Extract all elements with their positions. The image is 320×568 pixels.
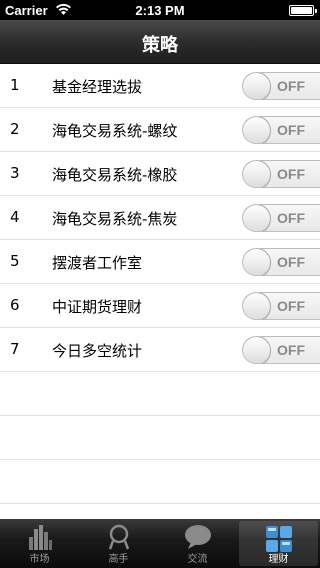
item-name: 海龟交易系统-焦炭 — [52, 210, 178, 228]
subscribe-toggle[interactable]: OFF — [242, 160, 320, 188]
item-name: 摆渡者工作室 — [52, 254, 143, 272]
tab-community[interactable]: 交流 — [158, 519, 237, 568]
tab-bar: 市场 高手 交流 理财 — [0, 519, 320, 568]
item-number: 1 — [10, 76, 20, 94]
item-name: 海龟交易系统-螺纹 — [52, 122, 178, 140]
empty-row — [0, 460, 320, 504]
tab-label: 交流 — [187, 554, 208, 565]
list-item[interactable]: 5 摆渡者工作室 OFF — [0, 240, 320, 284]
chat-bubble-icon — [184, 525, 211, 549]
list-item[interactable]: 2 海龟交易系统-螺纹 OFF — [0, 108, 320, 152]
subscribe-toggle[interactable]: OFF — [242, 72, 320, 100]
item-name: 中证期货理财 — [52, 298, 143, 316]
battery-icon — [289, 5, 317, 16]
item-number: 3 — [10, 164, 20, 182]
status-bar: Carrier 2:13 PM — [0, 0, 320, 20]
empty-row — [0, 416, 320, 460]
list-item[interactable]: 1 基金经理选拔 OFF — [0, 64, 320, 108]
tab-experts[interactable]: 高手 — [79, 519, 158, 568]
toggle-knob — [243, 293, 271, 319]
list-item[interactable]: 7 今日多空统计 OFF — [0, 328, 320, 372]
item-name: 海龟交易系统-橡胶 — [52, 166, 178, 184]
tab-market[interactable]: 市场 — [0, 519, 79, 568]
tab-label: 理财 — [268, 554, 289, 565]
subscribe-toggle[interactable]: OFF — [242, 204, 320, 232]
page-title: 策略 — [142, 35, 178, 56]
toggle-label: OFF — [277, 122, 305, 138]
item-number: 7 — [10, 340, 20, 358]
toggle-label: OFF — [277, 342, 305, 358]
subscribe-toggle[interactable]: OFF — [242, 336, 320, 364]
item-name: 今日多空统计 — [52, 342, 143, 360]
item-number: 5 — [10, 252, 20, 270]
strategy-list: 1 基金经理选拔 OFF 2 海龟交易系统-螺纹 OFF 3 海龟交易系统-橡胶… — [0, 64, 320, 504]
list-item[interactable]: 3 海龟交易系统-橡胶 OFF — [0, 152, 320, 196]
bar-chart-icon — [28, 525, 52, 550]
toggle-knob — [243, 161, 271, 187]
toggle-knob — [243, 117, 271, 143]
item-number: 4 — [10, 208, 20, 226]
person-icon — [108, 524, 129, 550]
subscribe-toggle[interactable]: OFF — [242, 248, 320, 276]
item-number: 2 — [10, 120, 20, 138]
toggle-label: OFF — [277, 78, 305, 94]
list-item[interactable]: 6 中证期货理财 OFF — [0, 284, 320, 328]
toggle-knob — [243, 73, 271, 99]
empty-row — [0, 372, 320, 416]
toggle-label: OFF — [277, 166, 305, 182]
item-name: 基金经理选拔 — [52, 78, 143, 96]
tab-label: 市场 — [29, 554, 50, 565]
subscribe-toggle[interactable]: OFF — [242, 292, 320, 320]
toggle-label: OFF — [277, 210, 305, 226]
toggle-knob — [243, 249, 271, 275]
grid-icon — [265, 526, 292, 552]
navigation-bar: 策略 — [0, 20, 320, 64]
tab-finance[interactable]: 理财 — [239, 521, 318, 566]
subscribe-toggle[interactable]: OFF — [242, 116, 320, 144]
item-number: 6 — [10, 296, 20, 314]
toggle-knob — [243, 337, 271, 363]
toggle-label: OFF — [277, 298, 305, 314]
tab-label: 高手 — [108, 554, 129, 565]
toggle-label: OFF — [277, 254, 305, 270]
list-item[interactable]: 4 海龟交易系统-焦炭 OFF — [0, 196, 320, 240]
clock: 2:13 PM — [135, 3, 185, 18]
toggle-knob — [243, 205, 271, 231]
